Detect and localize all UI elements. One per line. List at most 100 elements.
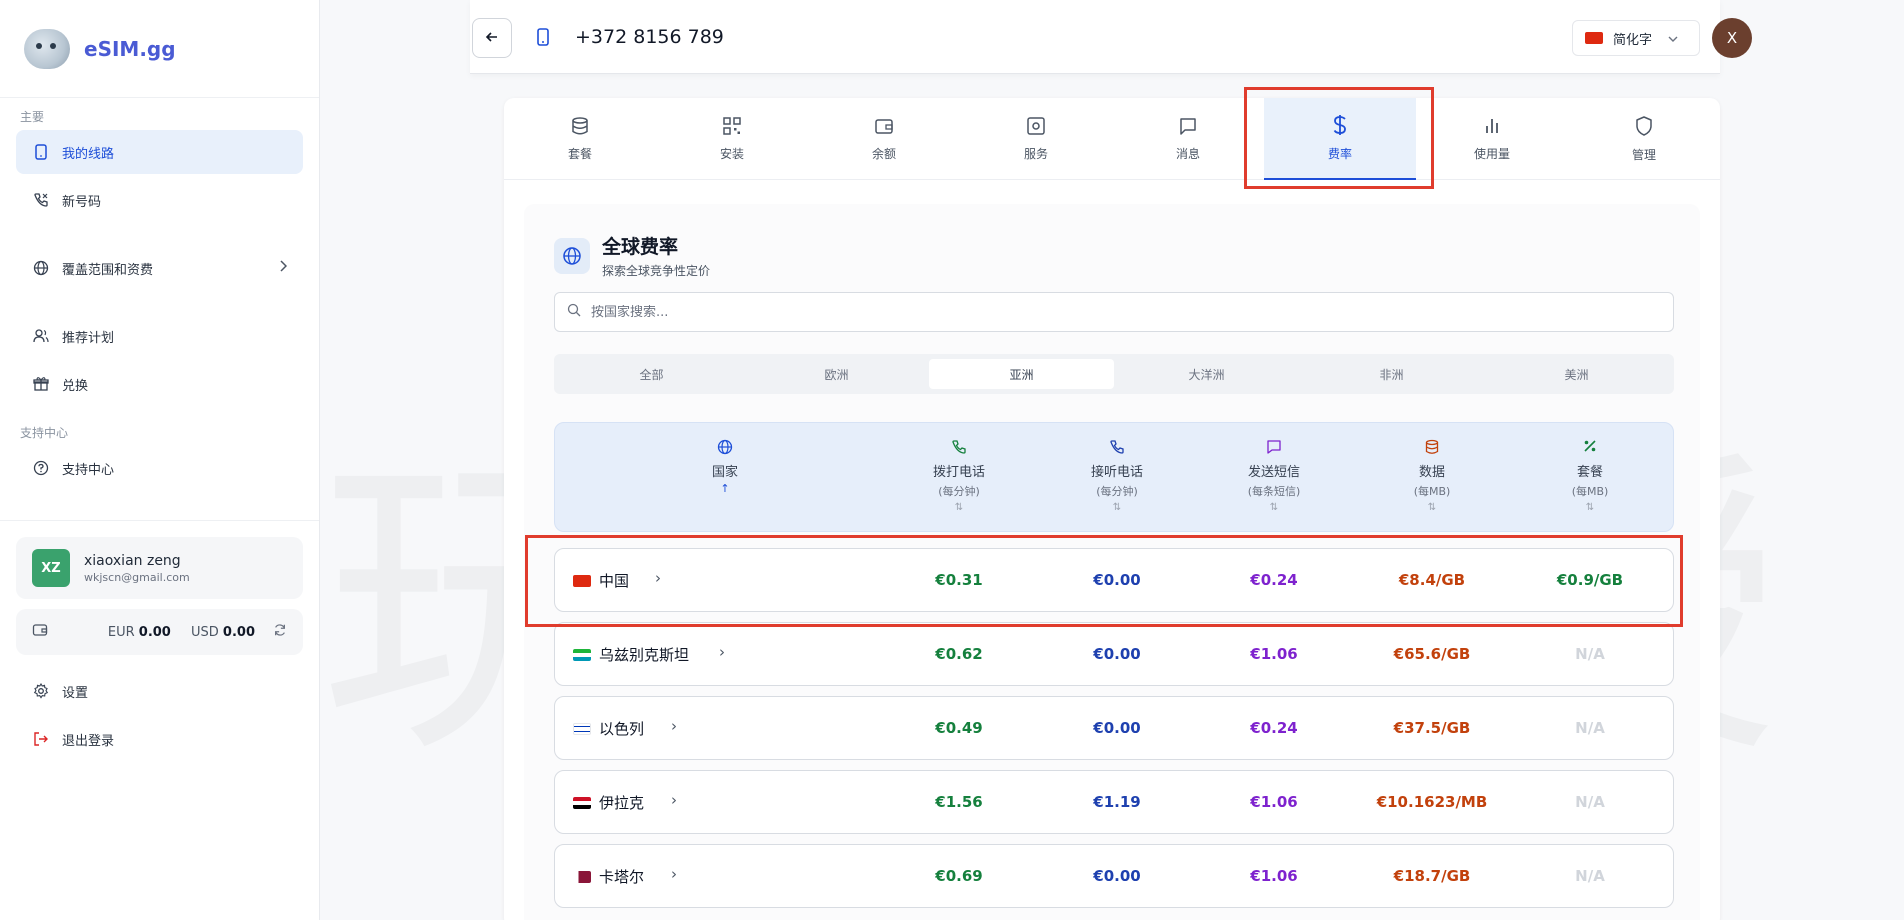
sidebar-item-label: 推荐计划 [62,330,115,346]
tab-label: 使用量 [1473,147,1510,161]
settings-box-icon [1026,116,1046,139]
message-icon [1178,116,1198,139]
country-name: 乌兹别克斯坦 [599,646,690,664]
tab-plans[interactable]: 套餐 [504,98,656,180]
avatar: XZ [32,549,70,587]
search-box[interactable] [554,292,1674,332]
region-tab-europe[interactable]: 欧洲 [744,359,929,389]
shield-icon [1634,115,1654,140]
sidebar-item-referral[interactable]: 推荐计划 [16,314,303,358]
wallet-icon [32,622,48,642]
column-call-in[interactable]: 接听电话 (每分钟) ⇅ [1047,439,1187,513]
sort-icon: ⇅ [1269,502,1279,513]
wallet-icon [874,116,894,139]
table-header: 国家 ↑ 拨打电话 (每分钟) ⇅ 接听电话 (每分钟) ⇅ 发送短信 (每条短… [554,422,1674,532]
data-rate: €10.1623/MB [1376,793,1488,811]
sms-rate: €1.06 [1250,645,1298,663]
brand-name: eSIM.gg [84,36,176,61]
table-row[interactable]: 乌兹别克斯坦 › €0.62 €0.00 €1.06 €65.6/GB N/A [554,622,1674,686]
top-bar: +372 8156 789 简化字 X [470,0,1752,74]
region-tab-oceania[interactable]: 大洋洲 [1114,359,1299,389]
annotation-box-rates-tab [1244,87,1434,189]
column-sms[interactable]: 发送短信 (每条短信) ⇅ [1204,439,1344,513]
column-unit: (每MB) [1413,485,1451,498]
phone-incoming-icon [1047,439,1187,457]
refresh-icon[interactable] [273,623,287,641]
language-select[interactable]: 简化字 [1572,20,1700,56]
tab-balance[interactable]: 余额 [808,98,960,180]
column-label: 国家 [711,465,738,480]
qr-code-icon [722,116,742,139]
database-icon [570,116,590,139]
tab-install[interactable]: 安装 [656,98,808,180]
sidebar-item-new-number[interactable]: 新号码 [16,178,303,222]
brand[interactable]: eSIM.gg [0,0,319,98]
sort-icon: ⇅ [1427,502,1437,513]
tab-label: 服务 [1023,147,1048,161]
column-country[interactable]: 国家 ↑ [655,439,795,495]
logo-icon [24,28,70,69]
plan-rate: N/A [1575,645,1605,663]
usd-value: 0.00 [222,624,255,640]
phone-number: +372 8156 789 [575,26,724,48]
main-card: 套餐 安装 余额 服务 消息 费率 使用量 管理 全球费率 探索全球竞争性定价 … [504,98,1720,920]
country-name: 伊拉克 [599,794,645,812]
region-tab-asia[interactable]: 亚洲 [929,359,1114,389]
tab-usage[interactable]: 使用量 [1416,98,1568,180]
chevron-right-icon[interactable]: › [671,717,677,735]
sidebar: eSIM.gg 主要 我的线路 新号码 覆盖范围和资费 推荐计划 兑换 支持中心… [0,0,320,920]
user-card[interactable]: XZ xiaoxian zeng wkjscn@gmail.com [16,537,303,599]
column-unit: (每MB) [1571,485,1609,498]
sidebar-item-logout[interactable]: 退出登录 [16,717,303,761]
chevron-right-icon[interactable]: › [719,643,725,661]
sidebar-item-label: 设置 [62,685,89,701]
sort-icon: ⇅ [1585,502,1595,513]
table-row[interactable]: 卡塔尔 › €0.69 €0.00 €1.06 €18.7/GB N/A [554,844,1674,908]
tab-label: 消息 [1175,147,1200,161]
usd-label: USD [191,624,219,640]
table-row[interactable]: 伊拉克 › €1.56 €1.19 €1.06 €10.1623/MB N/A [554,770,1674,834]
user-email: wkjscn@gmail.com [84,570,190,584]
data-rate: €37.5/GB [1393,719,1471,737]
search-icon [567,303,581,321]
column-data[interactable]: 数据 (每MB) ⇅ [1362,439,1502,513]
tab-messages[interactable]: 消息 [1112,98,1264,180]
region-tab-all[interactable]: 全部 [559,359,744,389]
table-row[interactable]: 以色列 › €0.49 €0.00 €0.24 €37.5/GB N/A [554,696,1674,760]
sidebar-item-label: 新号码 [62,194,102,210]
balance-text: EUR 0.00 USD 0.00 [108,625,255,640]
column-label: 拨打电话 [932,465,985,480]
sidebar-item-support[interactable]: 支持中心 [16,446,303,490]
sidebar-item-settings[interactable]: 设置 [16,669,303,713]
user-avatar[interactable]: X [1712,18,1752,58]
call-out-rate: €0.49 [935,719,983,737]
chevron-right-icon[interactable]: › [671,865,677,883]
call-out-rate: €0.69 [935,867,983,885]
data-rate: €65.6/GB [1393,645,1471,663]
plan-rate: N/A [1575,719,1605,737]
region-tab-africa[interactable]: 非洲 [1299,359,1484,389]
tab-bar: 套餐 安装 余额 服务 消息 费率 使用量 管理 [504,98,1720,180]
eur-label: EUR [107,624,135,640]
sidebar-item-label: 覆盖范围和资费 [62,262,154,278]
search-input[interactable] [591,304,1491,320]
sidebar-item-coverage[interactable]: 覆盖范围和资费 [16,246,303,290]
flag-icon [573,649,591,661]
sidebar-item-redeem[interactable]: 兑换 [16,362,303,406]
region-tabs: 全部 欧洲 亚洲 大洋洲 非洲 美洲 [554,354,1674,394]
phone-icon [32,143,50,161]
user-name: xiaoxian zeng [84,552,181,569]
plan-rate: N/A [1575,867,1605,885]
sort-icon: ⇅ [954,502,964,513]
tab-manage[interactable]: 管理 [1568,98,1720,180]
sms-rate: €1.06 [1250,867,1298,885]
column-plan[interactable]: 套餐 (每MB) ⇅ [1520,439,1660,513]
sms-rate: €0.24 [1250,719,1298,737]
annotation-box-china-row [525,535,1683,627]
back-button[interactable] [472,18,512,58]
sidebar-item-my-lines[interactable]: 我的线路 [16,130,303,174]
chevron-right-icon[interactable]: › [671,791,677,809]
tab-services[interactable]: 服务 [960,98,1112,180]
region-tab-americas[interactable]: 美洲 [1484,359,1669,389]
column-call-out[interactable]: 拨打电话 (每分钟) ⇅ [889,439,1029,513]
